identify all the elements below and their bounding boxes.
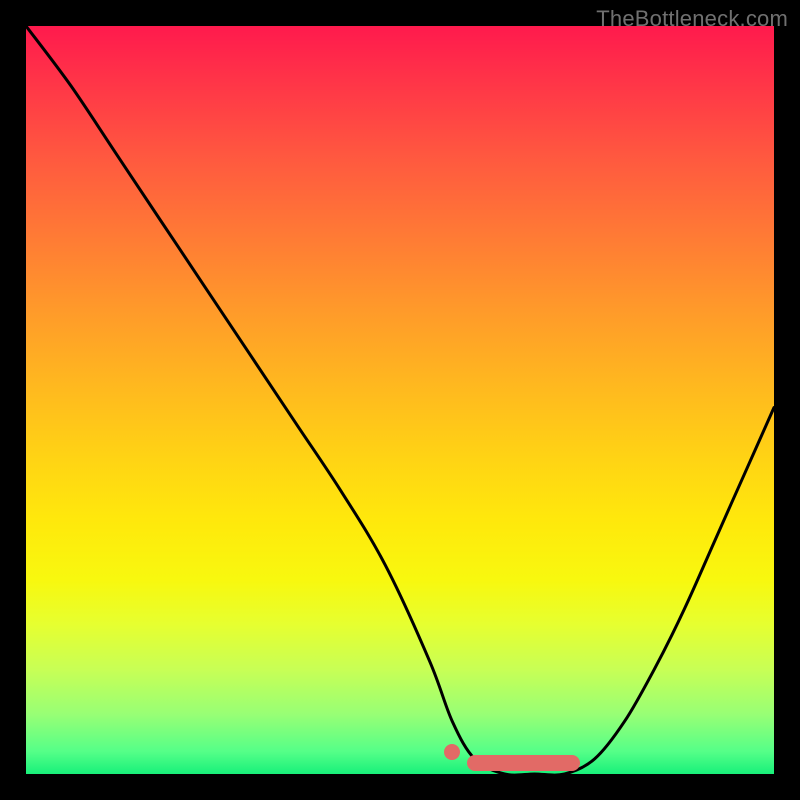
marker-bar <box>467 755 579 771</box>
curve-svg <box>26 26 774 774</box>
bottleneck-curve <box>26 26 774 774</box>
marker-dot <box>444 744 460 760</box>
chart-container: TheBottleneck.com <box>0 0 800 800</box>
watermark-text: TheBottleneck.com <box>596 6 788 32</box>
plot-area <box>26 26 774 774</box>
